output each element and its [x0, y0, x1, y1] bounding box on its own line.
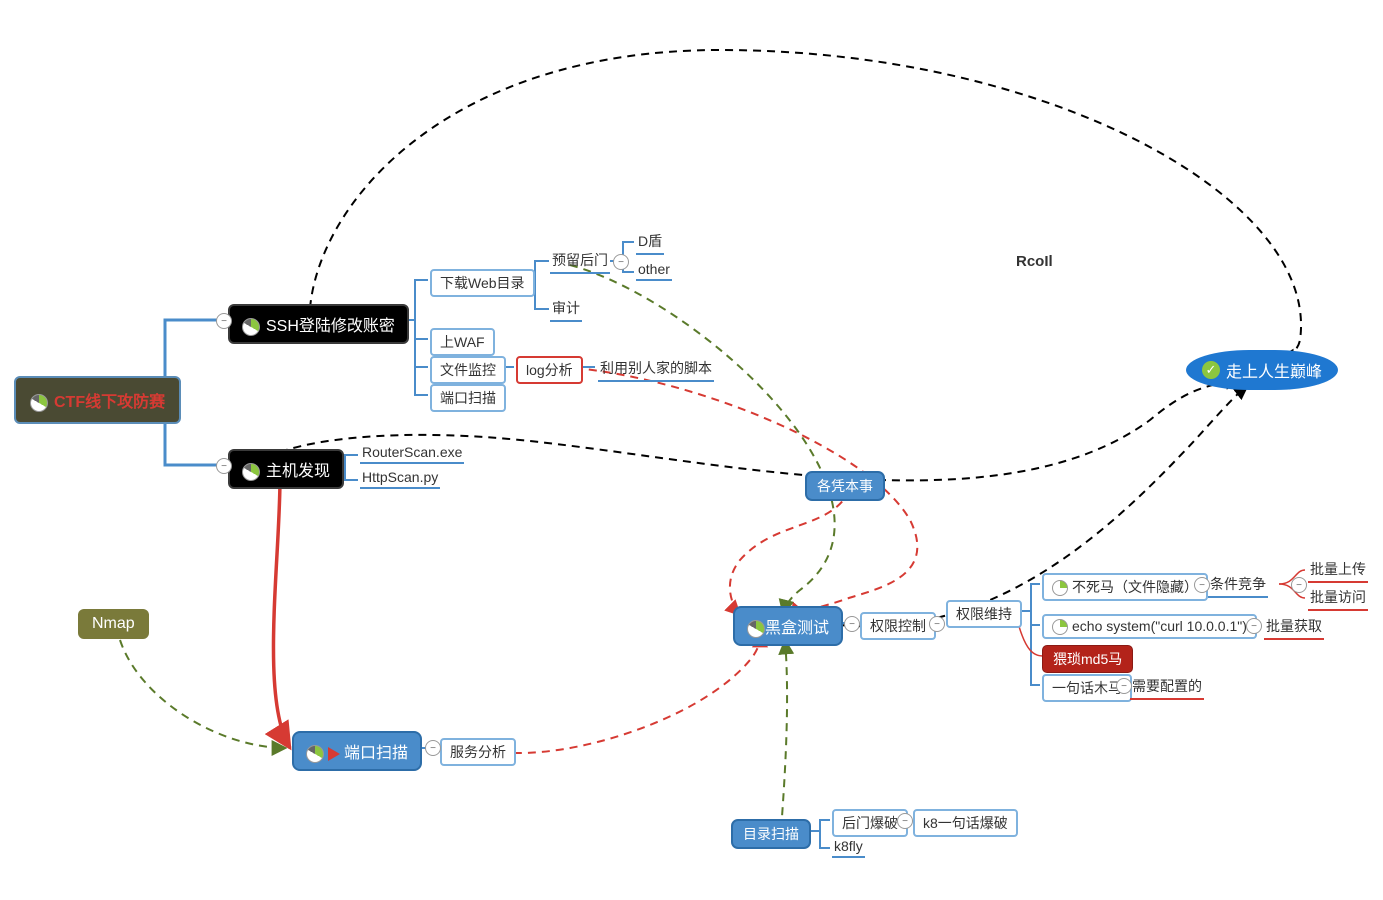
node-config[interactable]: 需要配置的 — [1130, 676, 1204, 700]
toggle-icon[interactable]: − — [425, 740, 441, 756]
root-label: CTF线下攻防赛 — [54, 394, 165, 411]
toggle-icon[interactable]: − — [844, 616, 860, 632]
toggle-icon[interactable]: − — [613, 254, 629, 270]
node-immortal[interactable]: 不死马（文件隐藏） — [1042, 573, 1208, 601]
mindmap-canvas[interactable]: CTF线下攻防赛 SSH登陆修改账密 主机发现 下载Web目录 上WAF 文件监… — [0, 0, 1383, 900]
node-httpscan[interactable]: HttpScan.py — [360, 469, 440, 489]
edge-layer — [0, 0, 1383, 900]
toggle-icon[interactable]: − — [1246, 618, 1262, 634]
node-echo[interactable]: echo system("curl 10.0.0.1") — [1042, 614, 1257, 639]
toggle-icon[interactable]: − — [897, 813, 913, 829]
node-port-scan[interactable]: 端口扫描 — [292, 731, 422, 771]
node-other[interactable]: other — [636, 261, 672, 281]
root-node[interactable]: CTF线下攻防赛 — [14, 376, 181, 424]
node-download-web[interactable]: 下载Web目录 — [430, 269, 535, 297]
node-ssh[interactable]: SSH登陆修改账密 — [228, 304, 409, 344]
node-waf[interactable]: 上WAF — [430, 328, 495, 356]
node-label: 黑盒测试 — [765, 620, 829, 637]
node-label: SSH登陆修改账密 — [266, 318, 395, 335]
node-audit[interactable]: 审计 — [550, 298, 582, 322]
node-priv-maintain[interactable]: 权限维持 — [946, 600, 1022, 628]
toggle-icon[interactable]: − — [216, 313, 232, 329]
node-routerscan[interactable]: RouterScan.exe — [360, 444, 464, 464]
node-service-analysis[interactable]: 服务分析 — [440, 738, 516, 766]
node-label: 端口扫描 — [344, 745, 408, 762]
node-script[interactable]: 利用别人家的脚本 — [598, 358, 714, 382]
node-backdoor[interactable]: 预留后门 — [550, 250, 610, 274]
node-port-scan-ssh[interactable]: 端口扫描 — [430, 384, 506, 412]
node-nmap[interactable]: Nmap — [78, 609, 149, 639]
node-log-analysis[interactable]: log分析 — [516, 356, 583, 384]
toggle-icon[interactable]: − — [1116, 678, 1132, 694]
toggle-icon[interactable]: − — [1194, 577, 1210, 593]
node-label: 走上人生巅峰 — [1226, 358, 1322, 382]
node-batch-visit[interactable]: 批量访问 — [1308, 587, 1368, 611]
progress-icon — [1052, 619, 1068, 635]
node-race[interactable]: 条件竞争 — [1208, 574, 1268, 598]
node-blackbox[interactable]: 黑盒测试 — [733, 606, 843, 646]
author-label: RcoIl — [1016, 253, 1053, 270]
node-md5[interactable]: 猥琐md5马 — [1042, 645, 1133, 673]
progress-icon — [242, 463, 260, 481]
node-priv-control[interactable]: 权限控制 — [860, 612, 936, 640]
toggle-icon[interactable]: − — [216, 458, 232, 474]
node-k8fly[interactable]: k8fly — [832, 838, 865, 858]
node-batch-upload[interactable]: 批量上传 — [1308, 559, 1368, 583]
progress-icon — [306, 745, 324, 763]
check-icon: ✓ — [1202, 361, 1220, 379]
progress-icon — [30, 394, 48, 412]
node-peak[interactable]: ✓ 走上人生巅峰 — [1186, 350, 1338, 390]
node-batch-get[interactable]: 批量获取 — [1264, 616, 1324, 640]
node-d-shield[interactable]: D盾 — [636, 231, 664, 255]
node-dir-scan[interactable]: 目录扫描 — [731, 819, 811, 849]
node-file-monitor[interactable]: 文件监控 — [430, 356, 506, 384]
node-k8-brute[interactable]: k8一句话爆破 — [913, 809, 1018, 837]
toggle-icon[interactable]: − — [929, 616, 945, 632]
progress-icon — [242, 318, 260, 336]
flag-icon — [328, 747, 340, 761]
node-host-discovery[interactable]: 主机发现 — [228, 449, 344, 489]
progress-icon — [1052, 580, 1068, 596]
toggle-icon[interactable]: − — [1291, 577, 1307, 593]
progress-icon — [747, 620, 765, 638]
node-own-skill[interactable]: 各凭本事 — [805, 471, 885, 501]
node-label: 主机发现 — [266, 463, 330, 480]
